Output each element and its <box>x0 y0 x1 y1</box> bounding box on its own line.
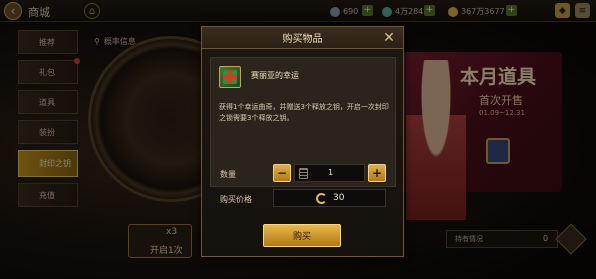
price-display: 30 <box>273 189 386 207</box>
gift-box-icon <box>219 66 241 88</box>
item-name: 赛丽亚的幸运 <box>251 71 299 80</box>
item-description: 获得1个幸运曲奇，并赠送3个释放之钥，开启一次封印之锁需要3个释放之钥。 <box>219 103 389 122</box>
close-button[interactable]: ✕ <box>381 30 397 46</box>
close-icon: ✕ <box>383 30 395 46</box>
purchase-dialog: 购买物品 ✕ 赛丽亚的幸运 获得1个幸运曲奇，并赠送3个释放之钥，开启一次封印之… <box>201 26 404 257</box>
price-value: 30 <box>333 193 345 203</box>
dialog-title: 购买物品 <box>282 34 323 45</box>
quantity-increase-button[interactable]: + <box>368 164 386 182</box>
quantity-label: 数量 <box>220 170 236 179</box>
quantity-decrease-button[interactable]: − <box>273 164 291 182</box>
coin-icon <box>316 193 327 204</box>
plus-icon: + <box>371 166 383 180</box>
buy-button-label: 购买 <box>292 232 311 242</box>
minus-icon: − <box>276 166 288 180</box>
dialog-header: 购买物品 <box>202 27 403 49</box>
price-label: 购买价格 <box>220 195 252 204</box>
buy-button[interactable]: 购买 <box>263 224 341 247</box>
quantity-input[interactable]: 1 <box>294 164 365 182</box>
quantity-value: 1 <box>327 168 334 177</box>
